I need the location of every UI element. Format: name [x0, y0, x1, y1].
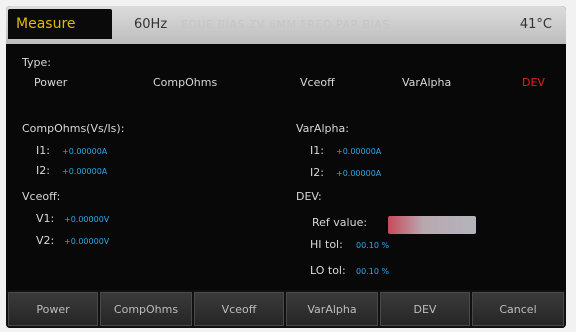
- varalpha-i2-label: I2:: [310, 166, 324, 179]
- softkey-dev[interactable]: DEV: [380, 292, 470, 326]
- type-option-varalpha[interactable]: VarAlpha: [402, 76, 451, 89]
- dev-hi-label: HI tol:: [310, 238, 343, 251]
- compohms-i2-value[interactable]: +0.00000A: [62, 167, 107, 176]
- type-option-compohms[interactable]: CompOhms: [153, 76, 217, 89]
- compohms-i1-label: I1:: [36, 144, 50, 157]
- temperature-readout: 41°C: [519, 17, 552, 32]
- status-bar: Measure 60Hz EOUE BIAS ZV 6MM FREQ PAR B…: [6, 6, 566, 44]
- softkey-compohms[interactable]: CompOhms: [100, 292, 192, 326]
- vceoff-title: Vceoff:: [22, 190, 61, 203]
- varalpha-i1-label: I1:: [310, 144, 324, 157]
- vceoff-v1-label: V1:: [36, 212, 55, 225]
- varalpha-i1-value[interactable]: +0.00000A: [336, 147, 381, 156]
- vceoff-v2-value[interactable]: +0.00000V: [64, 237, 109, 246]
- type-option-power[interactable]: Power: [34, 76, 67, 89]
- type-label: Type:: [22, 56, 51, 69]
- vceoff-v1-value[interactable]: +0.00000V: [64, 215, 109, 224]
- dev-lo-value[interactable]: 00.10 %: [356, 267, 389, 276]
- softkey-vceoff[interactable]: Vceoff: [194, 292, 284, 326]
- dev-ref-value-field[interactable]: [388, 216, 476, 234]
- compohms-i2-label: I2:: [36, 164, 50, 177]
- varalpha-title: VarAlpha:: [296, 122, 349, 135]
- softkey-varalpha[interactable]: VarAlpha: [286, 292, 378, 326]
- dev-lo-label: LO tol:: [310, 264, 346, 277]
- compohms-i1-value[interactable]: +0.00000A: [62, 147, 107, 156]
- softkey-bar: Power CompOhms Vceoff VarAlpha DEV Cance…: [6, 290, 566, 328]
- faded-status-indicators: EOUE BIAS ZV 6MM FREQ PAR BIAS: [181, 18, 390, 31]
- varalpha-i2-value[interactable]: +0.00000A: [336, 169, 381, 178]
- dev-hi-value[interactable]: 00.10 %: [356, 241, 389, 250]
- vceoff-v2-label: V2:: [36, 234, 55, 247]
- frequency-readout: 60Hz: [134, 17, 168, 32]
- type-option-vceoff[interactable]: Vceoff: [300, 76, 335, 89]
- softkey-cancel[interactable]: Cancel: [472, 292, 564, 326]
- compohms-title: CompOhms(Vs/Is):: [22, 122, 125, 135]
- dev-title: DEV:: [296, 190, 322, 203]
- softkey-power[interactable]: Power: [8, 292, 98, 326]
- type-option-dev[interactable]: DEV: [522, 76, 545, 89]
- dev-ref-label: Ref value:: [312, 216, 368, 229]
- mode-tab-measure[interactable]: Measure: [8, 9, 112, 39]
- instrument-screen: Measure 60Hz EOUE BIAS ZV 6MM FREQ PAR B…: [6, 6, 566, 328]
